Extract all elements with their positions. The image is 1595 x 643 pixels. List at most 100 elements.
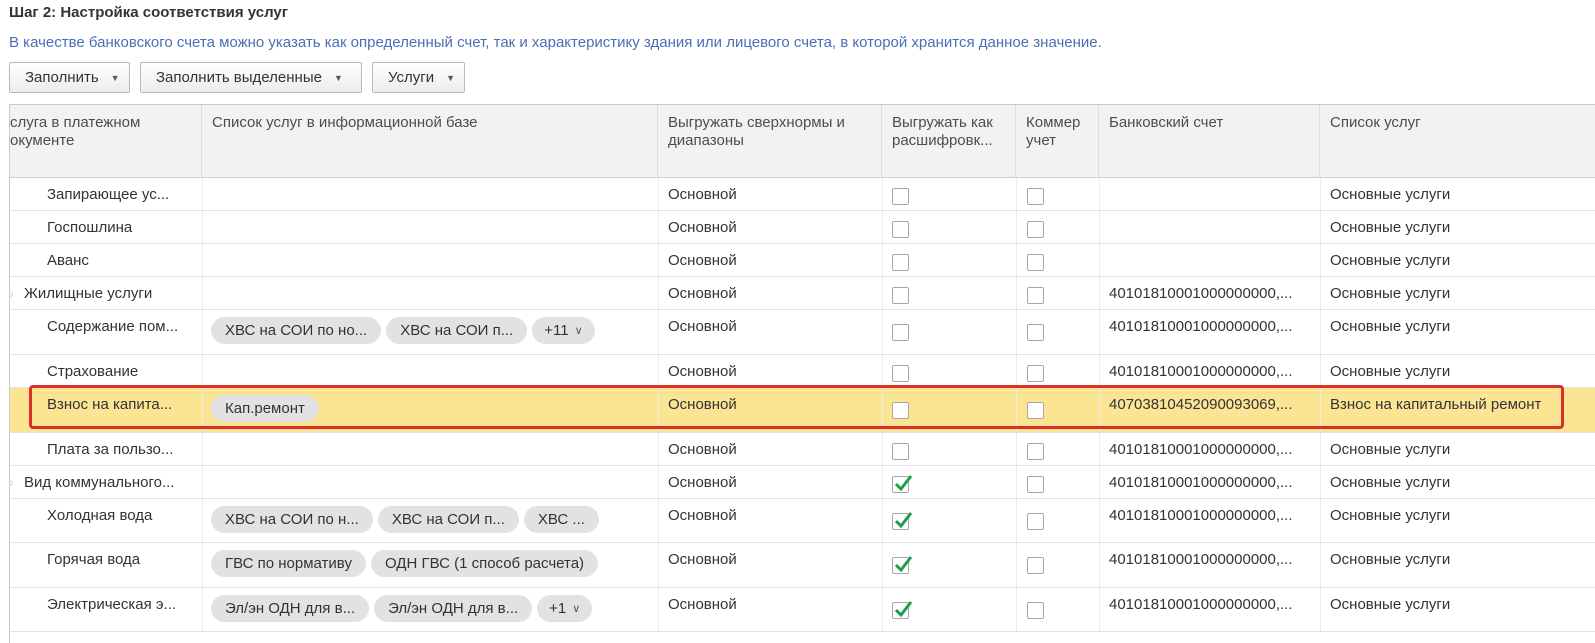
services-group-value[interactable]: Основные услуги (1330, 178, 1590, 210)
more-count: +1 (549, 600, 567, 617)
export-mode-value[interactable]: Основной (668, 211, 878, 243)
service-chip[interactable]: ХВС ... (523, 506, 599, 533)
table-row[interactable]: Аванс Основной Основные услуги (10, 244, 1595, 277)
commercial-accounting-checkbox[interactable] (1027, 557, 1044, 574)
column-header-payment-service[interactable]: слуга в платежном окументе (10, 105, 202, 177)
commercial-accounting-checkbox[interactable] (1027, 602, 1044, 619)
table-row[interactable]: ○ Вид коммунального... Основной 40101810001… (10, 466, 1595, 499)
export-decoding-checkbox[interactable] (892, 254, 909, 271)
export-decoding-checkbox[interactable] (892, 287, 909, 304)
more-chips-button[interactable]: +1 ∨ (537, 595, 593, 622)
column-header-services-group[interactable]: Список услуг (1320, 105, 1595, 177)
commercial-accounting-checkbox[interactable] (1027, 254, 1044, 271)
bank-account-value[interactable]: 40101810001000000000,... (1109, 466, 1317, 498)
commercial-accounting-checkbox[interactable] (1027, 443, 1044, 460)
table-row[interactable]: Страхование Основной 40101810001000000000,… (10, 355, 1595, 388)
bank-account-value[interactable]: 40703810452090093069,... (1109, 388, 1317, 432)
table-row[interactable]: Госпошлина Основной Основные услуги (10, 211, 1595, 244)
export-decoding-checkbox[interactable] (892, 443, 909, 460)
tree-expand-icon[interactable]: ○ (10, 289, 13, 299)
service-chips: ХВС на СОИ по но... ХВС на СОИ п... +11 ∨ (211, 317, 595, 344)
commercial-accounting-checkbox[interactable] (1027, 365, 1044, 382)
service-chip[interactable]: ОДН ГВС (1 способ расчета) (370, 550, 599, 577)
export-mode-value[interactable]: Основной (668, 355, 878, 387)
export-mode-value[interactable]: Основной (668, 178, 878, 210)
commercial-accounting-checkbox[interactable] (1027, 188, 1044, 205)
table-row[interactable]: ○ Жилищные услуги Основной 4010181000100000… (10, 277, 1595, 310)
export-mode-value[interactable]: Основной (668, 499, 878, 542)
commercial-accounting-checkbox[interactable] (1027, 402, 1044, 419)
tree-expand-icon[interactable]: ○ (10, 478, 13, 488)
commercial-accounting-checkbox[interactable] (1027, 221, 1044, 238)
service-chip[interactable]: ХВС на СОИ п... (377, 506, 519, 533)
export-mode-value[interactable]: Основной (668, 433, 878, 465)
export-mode-value[interactable]: Основной (668, 244, 878, 276)
bank-account-value[interactable]: 40101810001000000000,... (1109, 310, 1317, 354)
export-decoding-checkbox[interactable] (892, 475, 913, 493)
bank-account-value[interactable]: 40101810001000000000,... (1109, 355, 1317, 387)
bank-account-value[interactable]: 40101810001000000000,... (1109, 277, 1317, 309)
column-header-bank-account[interactable]: Банковский счет (1099, 105, 1320, 177)
column-header-export-overnorm[interactable]: Выгружать сверхнормы и диапазоны (658, 105, 882, 177)
bank-account-value[interactable]: 40101810001000000000,... (1109, 543, 1317, 587)
bank-account-value[interactable] (1109, 244, 1317, 276)
table-row[interactable]: Содержание пом... ХВС на СОИ по но... ХВС … (10, 310, 1595, 355)
service-chip[interactable]: ГВС по нормативу (211, 550, 366, 577)
more-chips-button[interactable]: +11 ∨ (532, 317, 595, 344)
export-mode-value[interactable]: Основной (668, 310, 878, 354)
service-chip[interactable]: ХВС на СОИ по но... (211, 317, 382, 344)
export-decoding-checkbox[interactable] (892, 188, 909, 205)
table-row[interactable]: Плата за пользо... Основной 40101810001000… (10, 433, 1595, 466)
service-chip[interactable]: Эл/эн ОДН для в... (374, 595, 533, 622)
payment-service-name: Страхование (47, 363, 139, 380)
export-mode-value[interactable]: Основной (668, 277, 878, 309)
export-decoding-checkbox[interactable] (892, 221, 909, 238)
bank-account-value[interactable] (1109, 211, 1317, 243)
services-group-value[interactable]: Основные услуги (1330, 211, 1590, 243)
table-row[interactable]: Горячая вода ГВС по нормативу ОДН ГВС (1 с… (10, 543, 1595, 588)
service-chip[interactable]: ХВС на СОИ по н... (211, 506, 373, 533)
service-chip[interactable]: Кап.ремонт (211, 395, 319, 422)
bank-account-value[interactable]: 40101810001000000000,... (1109, 499, 1317, 542)
services-group-value[interactable]: Взнос на капитальный ремонт (1330, 388, 1590, 432)
fill-button[interactable]: Заполнить ▼ (9, 62, 130, 93)
column-header-commercial-accounting[interactable]: Коммер учет (1016, 105, 1099, 177)
services-group-value[interactable]: Основные услуги (1330, 310, 1590, 354)
fill-selected-button[interactable]: Заполнить выделенные ▼ (140, 62, 362, 93)
commercial-accounting-checkbox[interactable] (1027, 287, 1044, 304)
services-button[interactable]: Услуги ▼ (372, 62, 465, 93)
column-header-service-list[interactable]: Список услуг в информационной базе (202, 105, 658, 177)
export-mode-value[interactable]: Основной (668, 388, 878, 432)
services-group-value[interactable]: Основные услуги (1330, 244, 1590, 276)
bank-account-value[interactable] (1109, 178, 1317, 210)
table-row[interactable]: Запирающее ус... Основной Основные услуги (10, 178, 1595, 211)
service-chip[interactable]: Эл/эн ОДН для в... (211, 595, 370, 622)
export-decoding-checkbox[interactable] (892, 402, 909, 419)
services-group-value[interactable]: Основные услуги (1330, 499, 1590, 542)
column-header-export-decoding[interactable]: Выгружать как расшифровк... (882, 105, 1016, 177)
bank-account-value[interactable]: 40101810001000000000,... (1109, 433, 1317, 465)
table-row[interactable]: Холодная вода ХВС на СОИ по н... ХВС на СО… (10, 499, 1595, 543)
bank-account-value[interactable]: 40101810001000000000,... (1109, 588, 1317, 631)
export-decoding-checkbox[interactable] (892, 324, 909, 341)
table-row[interactable]: Взнос на капита... Кап.ремонт Основной 4070… (10, 388, 1595, 433)
services-group-value[interactable]: Основные услуги (1330, 466, 1590, 498)
services-group-value[interactable]: Основные услуги (1330, 277, 1590, 309)
commercial-accounting-checkbox[interactable] (1027, 476, 1044, 493)
commercial-accounting-checkbox[interactable] (1027, 324, 1044, 341)
export-decoding-checkbox[interactable] (892, 512, 913, 530)
export-mode-value[interactable]: Основной (668, 588, 878, 631)
export-decoding-checkbox[interactable] (892, 365, 909, 382)
export-mode-value[interactable]: Основной (668, 543, 878, 587)
services-group-value[interactable]: Основные услуги (1330, 543, 1590, 587)
services-group-value[interactable]: Основные услуги (1330, 355, 1590, 387)
export-decoding-checkbox[interactable] (892, 601, 913, 619)
export-mode-value[interactable]: Основной (668, 466, 878, 498)
service-chip[interactable]: ХВС на СОИ п... (386, 317, 528, 344)
commercial-accounting-checkbox[interactable] (1027, 513, 1044, 530)
services-group-value[interactable]: Основные услуги (1330, 433, 1590, 465)
services-group-value[interactable]: Основные услуги (1330, 588, 1590, 631)
table-row[interactable]: Электрическая э... Эл/эн ОДН для в... Эл/э… (10, 588, 1595, 632)
payment-service-name: Вид коммунального... (24, 474, 175, 491)
export-decoding-checkbox[interactable] (892, 556, 913, 574)
